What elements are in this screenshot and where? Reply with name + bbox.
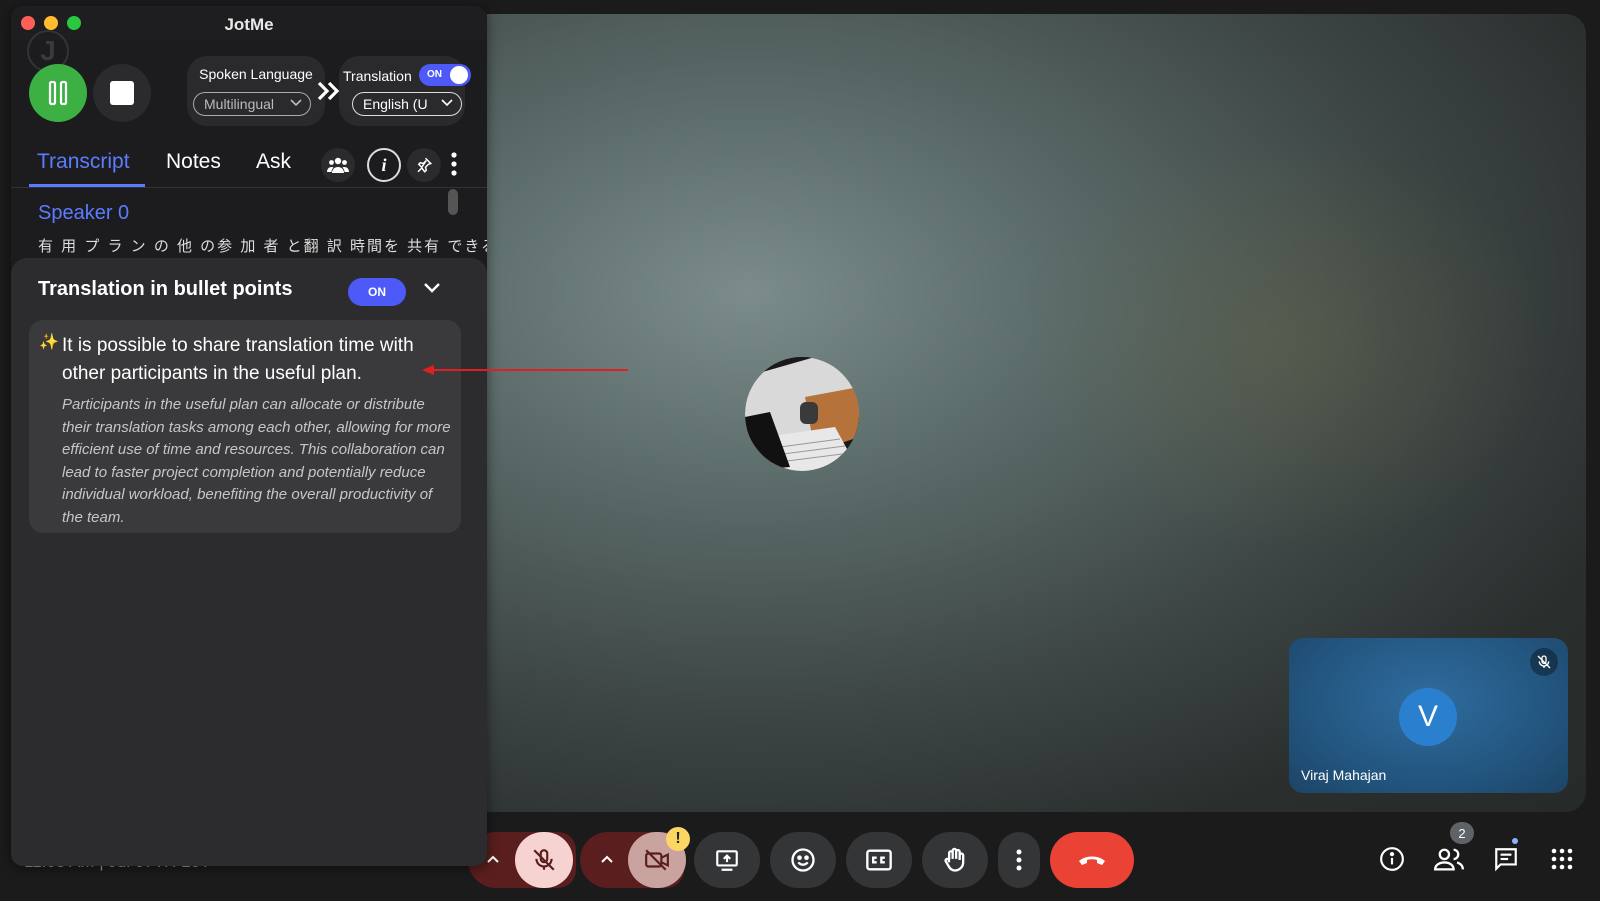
self-avatar: V <box>1399 688 1457 746</box>
hand-icon <box>944 847 965 872</box>
collapse-chevron-icon[interactable] <box>423 282 441 294</box>
group-icon <box>327 157 349 173</box>
hang-up-icon <box>1079 856 1105 865</box>
chat-icon <box>1495 848 1517 872</box>
people-icon <box>1434 848 1464 871</box>
annotation-arrow-icon <box>422 365 628 375</box>
self-name: Viraj Mahajan <box>1301 767 1387 783</box>
captions-icon <box>866 849 892 871</box>
active-tab-indicator <box>29 184 145 187</box>
pause-recording-button[interactable] <box>29 64 87 122</box>
transcript-scrollbar[interactable] <box>448 189 458 215</box>
info-icon: i <box>381 154 387 175</box>
window-titlebar: JotMe <box>11 6 487 40</box>
jotme-window: JotMe J Spoken Language Multilingual Tra… <box>11 6 487 866</box>
translation-language-value: English (U <box>363 96 428 112</box>
speakers-button[interactable] <box>321 148 355 182</box>
translation-language-select[interactable]: English (U <box>352 92 462 116</box>
activities-button[interactable] <box>1546 843 1578 875</box>
present-screen-button[interactable] <box>694 832 760 888</box>
info-icon <box>1380 847 1404 871</box>
muted-mic-icon <box>1530 648 1558 676</box>
spoken-language-value: Multilingual <box>204 96 275 112</box>
bullet-points-title: Translation in bullet points <box>38 278 293 300</box>
chat-notification-dot <box>1512 838 1518 844</box>
bullet-points-toggle[interactable]: ON <box>348 278 406 306</box>
spoken-language-panel: Spoken Language Multilingual <box>187 56 325 126</box>
pin-button[interactable] <box>407 148 441 182</box>
emoji-icon <box>791 848 815 872</box>
stop-icon <box>110 81 134 105</box>
participants-count-badge: 2 <box>1450 822 1474 844</box>
bullet-detail: Participants in the useful plan can allo… <box>62 396 451 526</box>
chevron-up-icon <box>487 855 499 863</box>
chevron-up-icon <box>601 855 613 863</box>
meeting-info-button[interactable] <box>1376 843 1408 875</box>
bullet-points-sheet: Translation in bullet points ON ✨ It is … <box>11 258 487 866</box>
tab-ask[interactable]: Ask <box>256 150 291 174</box>
translation-toggle-state: ON <box>427 69 442 80</box>
spoken-language-label: Spoken Language <box>199 66 313 82</box>
people-button[interactable] <box>1433 843 1465 875</box>
panel-menu-button[interactable] <box>451 152 457 181</box>
self-video-tile[interactable]: V Viraj Mahajan <box>1289 638 1568 793</box>
camera-off-icon <box>645 849 669 871</box>
transcript-line: 有 用 プ ラ ン の 他 の参 加 者 と翻 訳 時間を 共有 できる <box>38 238 487 255</box>
leave-call-button[interactable] <box>1050 832 1134 888</box>
more-vertical-icon <box>451 152 457 176</box>
chevron-down-icon <box>290 99 302 107</box>
speaker-label: Speaker 0 <box>38 202 130 224</box>
chevron-down-icon <box>441 99 453 107</box>
toggle-knob <box>450 66 468 84</box>
translation-toggle[interactable]: ON <box>419 64 471 86</box>
mic-toggle-button[interactable] <box>515 832 573 888</box>
captions-button[interactable] <box>846 832 912 888</box>
info-button[interactable]: i <box>367 148 401 182</box>
participant-avatar <box>745 357 859 471</box>
emoji-button[interactable] <box>770 832 836 888</box>
window-title: JotMe <box>224 15 274 34</box>
present-icon <box>716 850 738 871</box>
mic-off-icon <box>533 849 555 871</box>
bullet-card: ✨ It is possible to share translation ti… <box>29 320 461 533</box>
spoken-language-select[interactable]: Multilingual <box>193 92 311 116</box>
tab-notes[interactable]: Notes <box>166 150 221 174</box>
pin-icon <box>417 157 433 173</box>
tab-transcript[interactable]: Transcript <box>37 150 130 174</box>
raise-hand-button[interactable] <box>922 832 988 888</box>
stop-recording-button[interactable] <box>93 64 151 122</box>
sparkle-icon: ✨ <box>39 334 59 351</box>
chat-button[interactable] <box>1490 843 1522 875</box>
apps-grid-icon <box>1551 848 1573 870</box>
translation-label: Translation <box>343 68 412 84</box>
bullet-headline: It is possible to share translation time… <box>62 335 414 384</box>
more-options-button[interactable] <box>998 832 1040 888</box>
warning-icon: ! <box>666 827 690 851</box>
translation-panel: Translation ON English (U <box>339 56 471 126</box>
more-vertical-icon <box>1016 849 1022 871</box>
pause-icon <box>48 80 68 106</box>
